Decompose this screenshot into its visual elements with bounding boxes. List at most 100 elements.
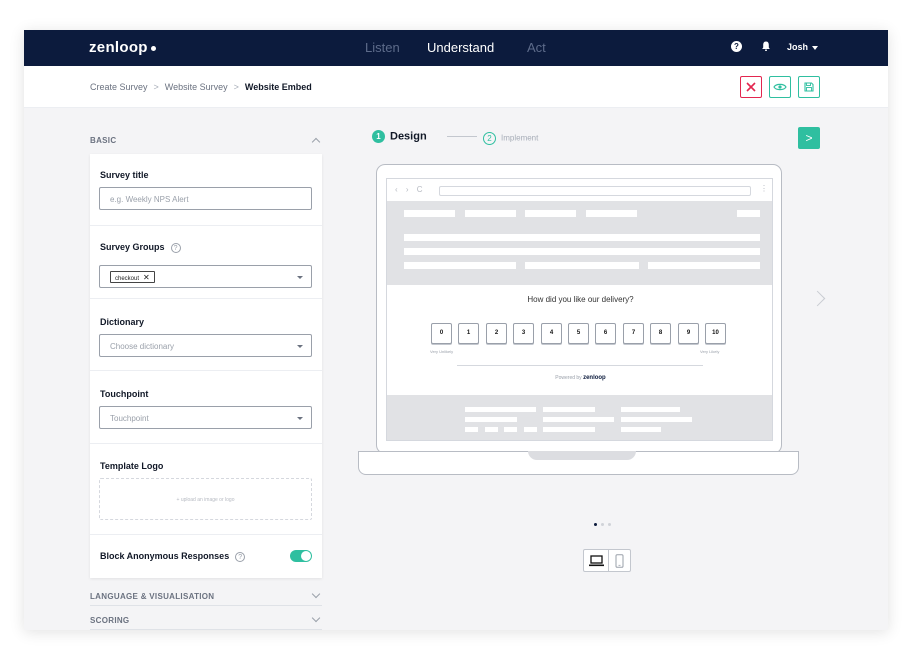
step-implement[interactable]: 2 Implement — [483, 132, 538, 145]
nav-listen[interactable]: Listen — [365, 40, 400, 55]
slide-dot-active[interactable] — [594, 523, 597, 526]
placeholder-bar — [465, 427, 478, 432]
nps-high-label: Very Likely — [700, 349, 720, 354]
slide-dot[interactable] — [601, 523, 604, 526]
touchpoint-select[interactable]: Touchpoint — [99, 406, 312, 429]
block-anonymous-label: Block Anonymous Responses? — [100, 551, 246, 562]
preview-button[interactable] — [769, 76, 791, 98]
template-logo-label: Template Logo — [100, 461, 164, 471]
survey-divider — [457, 365, 703, 366]
placeholder-bar — [543, 427, 595, 432]
browser-nav-icons: ‹ › C — [395, 185, 426, 194]
breadcrumb-separator: > — [153, 82, 159, 92]
survey-title-input[interactable]: e.g. Weekly NPS Alert — [99, 187, 312, 210]
save-button[interactable] — [798, 76, 820, 98]
nps-option-6[interactable]: 6 — [595, 323, 616, 344]
browser-toolbar: ‹ › C ⋮ — [387, 179, 772, 201]
survey-groups-label: Survey Groups? — [100, 242, 181, 253]
next-slide-arrow[interactable] — [809, 290, 826, 307]
logo-upload-dropzone[interactable]: + upload an image or logo — [99, 478, 312, 520]
placeholder-bar — [404, 210, 455, 217]
placeholder-bar — [621, 407, 680, 412]
help-icon[interactable]: ? — [235, 551, 246, 562]
dictionary-select[interactable]: Choose dictionary — [99, 334, 312, 357]
step-connector — [447, 136, 477, 137]
powered-brand: zenloop — [583, 375, 606, 381]
placeholder-bar — [648, 262, 760, 269]
nps-option-5[interactable]: 5 — [568, 323, 589, 344]
survey-groups-select[interactable]: checkout ✕ — [99, 265, 312, 288]
dictionary-field: Dictionary Choose dictionary — [90, 299, 322, 371]
step-design[interactable]: 1 Design — [372, 130, 427, 143]
group-chip-checkout: checkout ✕ — [110, 271, 155, 283]
toggle-knob — [301, 551, 311, 561]
slide-dot[interactable] — [608, 523, 611, 526]
laptop-notch — [528, 451, 636, 460]
nps-option-0[interactable]: 0 — [431, 323, 452, 344]
browser-url-bar — [439, 186, 751, 196]
dictionary-placeholder: Choose dictionary — [110, 342, 175, 351]
zenloop-logo[interactable]: zenloop — [89, 39, 156, 56]
nps-option-2[interactable]: 2 — [486, 323, 507, 344]
placeholder-bar — [465, 407, 536, 412]
placeholder-bar — [621, 427, 661, 432]
touchpoint-placeholder: Touchpoint — [110, 414, 149, 423]
nav-understand[interactable]: Understand — [427, 40, 494, 55]
placeholder-bar — [485, 427, 498, 432]
nps-low-label: Very Unlikely — [430, 349, 454, 354]
placeholder-bar — [543, 407, 595, 412]
language-visualisation-header: LANGUAGE & VISUALISATION — [90, 592, 215, 601]
nps-option-8[interactable]: 8 — [650, 323, 671, 344]
chevron-down-icon — [812, 45, 819, 50]
block-anonymous-toggle[interactable] — [290, 550, 312, 562]
template-logo-field: Template Logo + upload an image or logo — [90, 444, 322, 535]
slide-indicator — [594, 523, 624, 529]
chevron-down-icon — [311, 589, 321, 599]
browser-preview: ‹ › C ⋮ How did you like our delivery? 0… — [386, 178, 773, 441]
chip-remove-icon[interactable]: ✕ — [143, 273, 150, 282]
site-placeholder-header — [387, 201, 772, 285]
close-button[interactable] — [740, 76, 762, 98]
breadcrumb-separator: > — [233, 82, 239, 92]
placeholder-bar — [543, 417, 614, 422]
nps-option-9[interactable]: 9 — [678, 323, 699, 344]
placeholder-bar — [525, 210, 576, 217]
eye-icon — [773, 83, 787, 91]
dropdown-arrow-icon — [297, 417, 303, 420]
help-icon[interactable]: ? — [170, 242, 181, 253]
nps-option-1[interactable]: 1 — [458, 323, 479, 344]
nps-option-7[interactable]: 7 — [623, 323, 644, 344]
survey-title-label: Survey title — [100, 170, 149, 180]
step-number: 2 — [483, 132, 496, 145]
placeholder-bar — [404, 262, 516, 269]
breadcrumb-create-survey[interactable]: Create Survey — [90, 82, 148, 92]
bell-icon[interactable] — [760, 40, 772, 52]
laptop-icon[interactable] — [589, 555, 604, 567]
nav-act[interactable]: Act — [527, 40, 546, 55]
user-menu[interactable]: Josh — [787, 42, 819, 52]
step-number: 1 — [372, 130, 385, 143]
basic-section-header[interactable]: BASIC — [90, 136, 116, 145]
nps-option-3[interactable]: 3 — [513, 323, 534, 344]
survey-groups-field: Survey Groups? checkout ✕ — [90, 226, 322, 299]
dropdown-arrow-icon — [297, 276, 303, 279]
step-label: Implement — [501, 133, 539, 143]
toggle-separator — [608, 550, 609, 571]
scoring-section[interactable]: SCORING — [90, 610, 322, 630]
block-anonymous-field: Block Anonymous Responses? — [90, 535, 322, 578]
breadcrumb-website-survey[interactable]: Website Survey — [165, 82, 228, 92]
save-icon — [804, 82, 814, 92]
next-step-button[interactable]: > — [798, 127, 820, 149]
help-icon[interactable]: ? — [731, 41, 742, 52]
placeholder-bar — [586, 210, 637, 217]
placeholder-bar — [504, 427, 517, 432]
language-visualisation-section[interactable]: LANGUAGE & VISUALISATION — [90, 586, 322, 606]
placeholder-bar — [524, 427, 537, 432]
nps-option-4[interactable]: 4 — [541, 323, 562, 344]
mobile-icon[interactable] — [615, 554, 624, 568]
placeholder-bar — [404, 234, 760, 241]
scoring-header: SCORING — [90, 616, 130, 625]
nps-option-10[interactable]: 10 — [705, 323, 726, 344]
browser-menu-icon: ⋮ — [760, 184, 768, 193]
chevron-up-icon[interactable] — [311, 137, 321, 147]
